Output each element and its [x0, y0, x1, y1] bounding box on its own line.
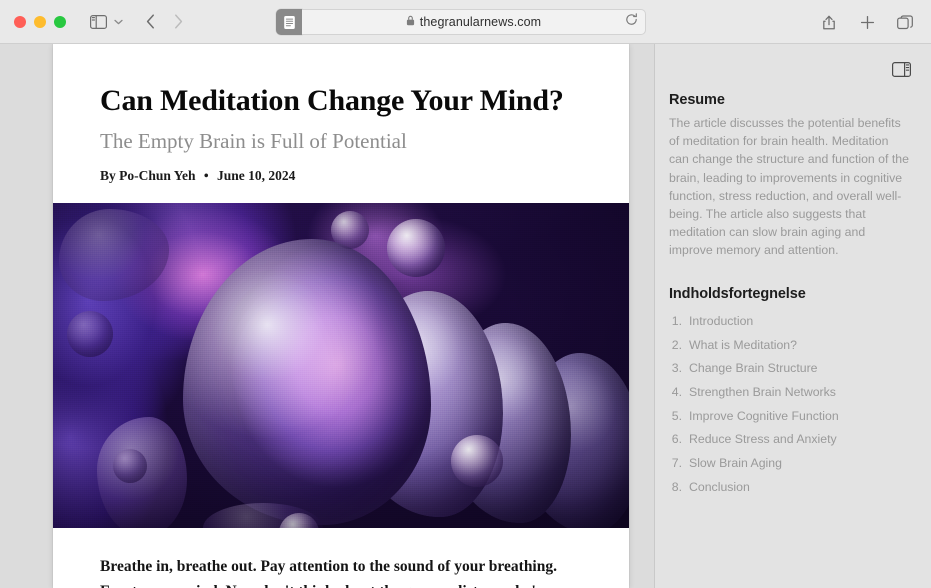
toc-item-label: What is Meditation? — [689, 337, 797, 352]
summary-heading: Resume — [669, 92, 725, 108]
toc-item-label: Strengthen Brain Networks — [689, 385, 836, 400]
toc-item[interactable]: 8. Conclusion — [669, 475, 911, 499]
toc-item-number: 2. — [671, 337, 682, 352]
close-window-button[interactable] — [14, 15, 26, 28]
share-icon[interactable] — [815, 9, 843, 35]
toc-item[interactable]: 2. What is Meditation? — [669, 333, 911, 357]
toc-item-label: Change Brain Structure — [689, 361, 818, 376]
lock-icon — [406, 13, 415, 31]
address-bar[interactable]: thegranularnews.com — [276, 9, 646, 35]
toc-item-number: 1. — [671, 314, 682, 328]
zoom-window-button[interactable] — [54, 15, 66, 28]
toc-item-number: 3. — [671, 361, 682, 376]
navigation-buttons — [136, 9, 192, 35]
minimize-window-button[interactable] — [34, 15, 46, 28]
sidebar-header — [669, 58, 911, 80]
tab-overview-icon[interactable] — [891, 9, 919, 35]
toc-item-label: Slow Brain Aging — [689, 456, 782, 471]
article-page: Can Meditation Change Your Mind? The Emp… — [53, 44, 629, 588]
toc-item-label: Conclusion — [689, 479, 750, 494]
toc-item-number: 6. — [671, 432, 682, 447]
forward-arrow-icon[interactable] — [164, 9, 192, 35]
toc-item[interactable]: 7. Slow Brain Aging — [669, 452, 911, 476]
toc-heading: Indholdsfortegnelse — [669, 285, 806, 302]
back-arrow-icon[interactable] — [136, 9, 164, 35]
article-hero-image — [53, 202, 629, 528]
reader-mode-icon[interactable] — [276, 9, 302, 35]
toc-item-label: Reduce Stress and Anxiety — [689, 432, 837, 447]
url-field[interactable]: thegranularnews.com — [302, 9, 646, 35]
toc-item-label: Improve Cognitive Function — [689, 408, 839, 423]
toc-item-number: 7. — [671, 456, 682, 471]
article-header: Can Meditation Change Your Mind? The Emp… — [53, 44, 629, 184]
reader-pane: Can Meditation Change Your Mind? The Emp… — [0, 44, 654, 588]
article: Can Meditation Change Your Mind? The Emp… — [53, 44, 629, 588]
sidebar-toggle-icon[interactable] — [84, 9, 112, 35]
toolbar-right-actions — [815, 9, 919, 35]
summary-text: The article discusses the potential bene… — [669, 116, 909, 258]
toc-item-number: 4. — [671, 385, 682, 400]
chevron-down-icon[interactable] — [110, 9, 126, 35]
byline-separator: • — [203, 167, 209, 183]
toc-item-label: Introduction — [689, 314, 754, 328]
window-content: Can Meditation Change Your Mind? The Emp… — [0, 44, 931, 588]
toc-item[interactable]: 6. Reduce Stress and Anxiety — [669, 428, 911, 452]
reader-sidebar-toggle-icon[interactable] — [892, 58, 911, 80]
article-author: By Po-Chun Yeh — [100, 167, 196, 183]
article-date: June 10, 2024 — [217, 167, 296, 183]
browser-window: thegranularnews.com Can Meditation Chang… — [0, 0, 931, 588]
toc-item-number: 5. — [671, 408, 682, 423]
article-lede: Breathe in, breathe out. Pay attention t… — [100, 557, 557, 588]
reload-icon[interactable] — [625, 13, 638, 31]
toc-item[interactable]: 5. Improve Cognitive Function — [669, 404, 911, 428]
reader-sidebar: Resume The article discusses the potenti… — [654, 44, 931, 588]
article-subheadline: The Empty Brain is Full of Potential — [100, 128, 407, 153]
window-controls — [14, 15, 66, 28]
toc-item[interactable]: 3. Change Brain Structure — [669, 357, 911, 381]
url-text: thegranularnews.com — [419, 15, 542, 29]
toc-item[interactable]: 4. Strengthen Brain Networks — [669, 381, 911, 405]
toc-item[interactable]: 1. Introduction — [669, 310, 911, 334]
table-of-contents: 1. Introduction 2. What is Meditation? 3. Cha… — [669, 310, 911, 500]
url-content: thegranularnews.com — [406, 13, 541, 31]
toc-item-number: 8. — [671, 479, 682, 494]
article-byline: By Po-Chun Yeh • June 10, 2024 — [100, 168, 582, 184]
browser-toolbar: thegranularnews.com — [0, 0, 931, 44]
plus-icon[interactable] — [853, 9, 881, 35]
article-headline: Can Meditation Change Your Mind? — [100, 84, 564, 117]
